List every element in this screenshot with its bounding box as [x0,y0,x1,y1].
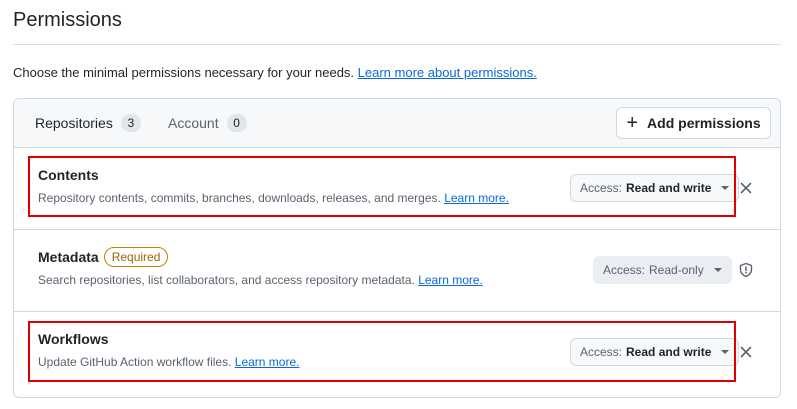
add-permissions-button[interactable]: + Add permissions [616,107,771,139]
intro-text: Choose the minimal permissions necessary… [13,65,537,80]
permissions-header: Repositories 3 Account 0 + Add permissio… [14,99,780,148]
permission-row-metadata: Metadata Required Search repositories, l… [14,230,780,312]
access-dropdown-metadata: Access: Read-only [593,256,732,284]
close-icon[interactable] [738,180,754,196]
permission-description: Search repositories, list collaborators,… [38,273,483,287]
learn-more-link[interactable]: Learn more. [235,355,300,369]
access-label: Access: [580,181,623,195]
permission-title-text: Metadata [38,249,99,265]
permission-title: Metadata Required [38,247,169,267]
permission-description: Repository contents, commits, branches, … [38,191,509,205]
plus-icon: + [626,112,639,134]
permission-description-text: Update GitHub Action workflow files. [38,355,235,369]
permissions-page: Permissions Choose the minimal permissio… [0,0,797,409]
learn-more-permissions-link[interactable]: Learn more about permissions. [358,65,537,80]
intro-description: Choose the minimal permissions necessary… [13,65,358,80]
shield-icon [739,262,753,278]
required-badge: Required [103,247,169,267]
permission-description-text: Search repositories, list collaborators,… [38,273,419,287]
chevron-down-icon [721,186,730,190]
permission-row-contents: Contents Repository contents, commits, b… [14,148,780,230]
title-divider [13,44,781,45]
permission-title-text: Workflows [38,331,109,347]
tab-repositories-label: Repositories [35,115,113,131]
access-label: Access: [580,345,623,359]
add-permissions-label: Add permissions [647,115,761,131]
learn-more-link[interactable]: Learn more. [444,191,509,205]
permission-title-text: Contents [38,167,99,183]
permissions-box: Repositories 3 Account 0 + Add permissio… [13,98,781,398]
access-value: Read-only [649,263,704,277]
permission-title: Contents [38,167,99,183]
tab-repositories-count: 3 [120,114,141,132]
permission-description: Update GitHub Action workflow files. Lea… [38,355,299,369]
tab-repositories[interactable]: Repositories 3 [35,114,141,132]
learn-more-link[interactable]: Learn more. [418,273,483,287]
close-icon[interactable] [738,344,754,360]
access-dropdown-workflows[interactable]: Access: Read and write [570,338,740,366]
access-label: Access: [603,263,646,277]
chevron-down-icon [721,350,730,354]
access-value: Read and write [626,345,712,359]
permission-title: Workflows [38,331,109,347]
tab-account-label: Account [168,115,219,131]
permission-description-text: Repository contents, commits, branches, … [38,191,445,205]
tab-account-count: 0 [226,114,247,132]
tab-account[interactable]: Account 0 [168,114,247,132]
access-value: Read and write [626,181,712,195]
page-title: Permissions [13,9,122,31]
chevron-down-icon [713,268,722,272]
access-dropdown-contents[interactable]: Access: Read and write [570,174,740,202]
permission-row-workflows: Workflows Update GitHub Action workflow … [14,312,780,394]
